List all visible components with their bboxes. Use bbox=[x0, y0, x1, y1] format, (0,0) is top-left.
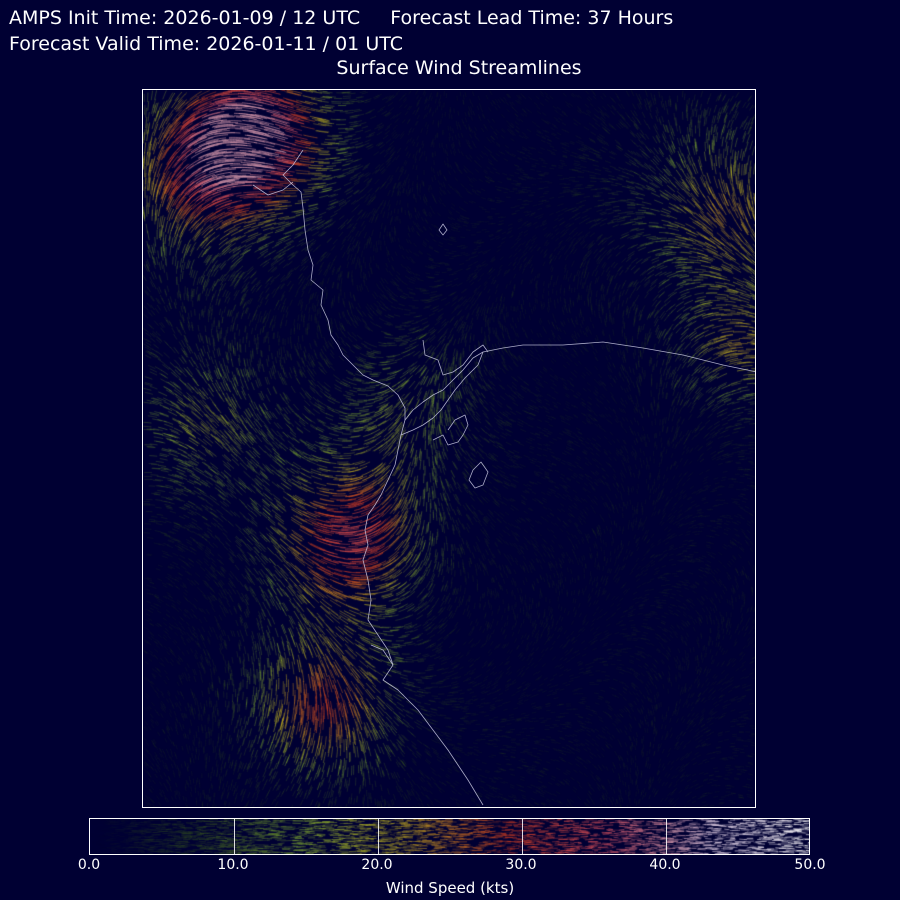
forecast-figure: AMPS Init Time: 2026-01-09 / 12 UTC Fore… bbox=[0, 0, 900, 900]
coastline-shelf-edge bbox=[482, 341, 755, 372]
colorbar-tick: 50.0 bbox=[794, 857, 826, 873]
coastline-cove-upper bbox=[252, 181, 294, 196]
wind-speed-colorbar bbox=[89, 818, 810, 855]
streamline-map bbox=[142, 89, 756, 808]
colorbar-tick: 40.0 bbox=[649, 857, 681, 873]
map-title: Surface Wind Streamlines bbox=[336, 57, 582, 79]
coastline-layer bbox=[252, 149, 755, 806]
lead-time-label: Forecast Lead Time: 37 Hours bbox=[390, 7, 674, 29]
coastline-main bbox=[282, 149, 484, 806]
colorbar-fill bbox=[90, 819, 809, 854]
colorbar-divider bbox=[522, 819, 523, 854]
colorbar-tick: 10.0 bbox=[217, 857, 249, 873]
coastline-inlet-2 bbox=[432, 414, 469, 446]
init-time-label: AMPS Init Time: 2026-01-09 / 12 UTC bbox=[9, 7, 361, 29]
coastline-island bbox=[438, 223, 448, 236]
colorbar-divider bbox=[378, 819, 379, 854]
coastline-inlet-1 bbox=[422, 339, 489, 376]
colorbar-tick: 30.0 bbox=[505, 857, 537, 873]
colorbar-tick: 0.0 bbox=[77, 857, 101, 873]
header-line-1: AMPS Init Time: 2026-01-09 / 12 UTC Fore… bbox=[9, 7, 673, 29]
colorbar-tick: 20.0 bbox=[361, 857, 393, 873]
coastline-loop bbox=[468, 461, 489, 489]
valid-time-label: Forecast Valid Time: 2026-01-11 / 01 UTC bbox=[9, 33, 403, 55]
colorbar-label: Wind Speed (kts) bbox=[385, 879, 515, 897]
colorbar-divider bbox=[234, 819, 235, 854]
colorbar-divider bbox=[666, 819, 667, 854]
coastline-peninsula bbox=[400, 351, 484, 436]
